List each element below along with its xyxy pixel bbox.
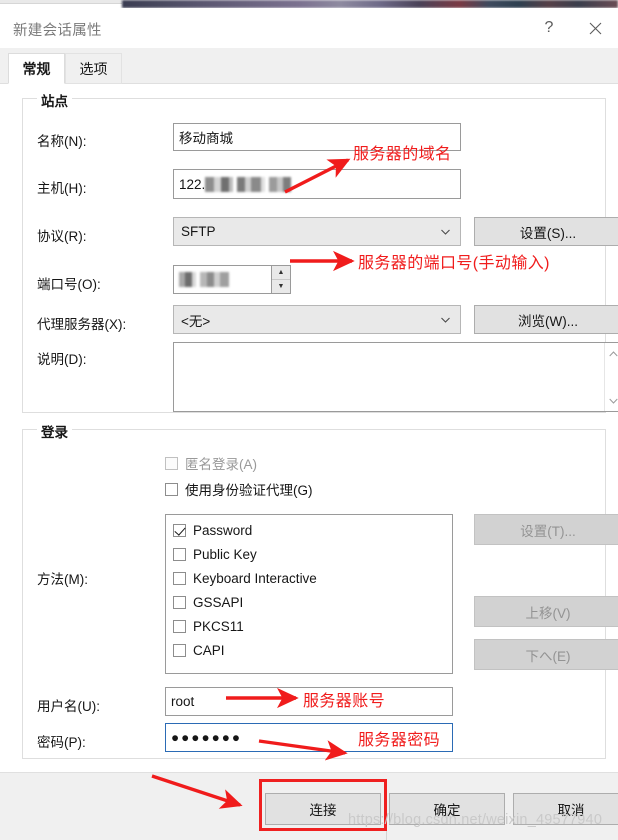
question-mark-icon: ? [544,19,554,36]
protocol-select-value: SFTP [181,224,216,239]
method-capi-label: CAPI [193,643,225,658]
site-group-title: 站点 [37,90,72,110]
auth-settings-button[interactable]: 设置(T)... [474,514,618,545]
method-gssapi-label: GSSAPI [193,595,244,610]
anonymous-login-checkbox[interactable] [165,456,178,470]
name-input-value: 移动商城 [179,131,233,146]
proxy-label: 代理服务器(X): [37,317,127,332]
new-session-properties-dialog: 新建会话属性 ? 常规 选项 站点 名称(N): 移动商城 主机(H): 122… [0,0,618,840]
tab-options[interactable]: 选项 [65,53,122,84]
move-up-button[interactable]: 上移(V) [474,596,618,627]
desktop-wallpaper-strip [122,0,618,8]
host-redaction-mosaic [205,176,292,192]
scroll-down-icon[interactable] [605,392,618,409]
auth-methods-listbox[interactable]: Password Public Key Keyboard Interactive… [165,514,453,674]
protocol-select[interactable]: SFTP [173,217,461,246]
annotation-username-text: 服务器账号 [303,693,386,710]
login-group-title: 登录 [37,421,72,441]
method-password-checkbox[interactable] [173,524,186,537]
port-input[interactable] [174,266,271,293]
port-spin-down-icon[interactable]: ▼ [272,280,290,293]
window-title: 新建会话属性 [13,23,102,39]
password-label: 密码(P): [37,735,86,750]
host-label: 主机(H): [37,181,87,196]
port-label: 端口号(O): [37,277,101,292]
method-pkcs11-checkbox[interactable] [173,620,186,633]
description-textarea[interactable] [173,342,618,412]
method-keyboard-interactive-label: Keyboard Interactive [193,571,317,586]
dialog-body: 站点 名称(N): 移动商城 主机(H): 122. 协议(R): SFTP 设… [0,84,618,772]
description-scrollbar[interactable] [604,343,618,411]
name-label: 名称(N): [37,134,87,149]
proxy-select[interactable]: <无> [173,305,461,334]
watermark-text: https://blog.csdn.net/weixin_49577940 [348,812,603,828]
help-button[interactable]: ? [526,8,572,48]
annotation-password-text: 服务器密码 [358,732,441,749]
method-item-public-key[interactable]: Public Key [173,547,257,562]
method-public-key-checkbox[interactable] [173,548,186,561]
method-item-password[interactable]: Password [173,523,252,538]
proxy-browse-button[interactable]: 浏览(W)... [474,305,618,334]
auth-agent-checkbox-row[interactable]: 使用身份验证代理(G) [165,479,313,499]
anonymous-login-label: 匿名登录(A) [185,457,257,472]
method-label: 方法(M): [37,572,88,587]
port-stepper[interactable]: ▲ ▼ [173,265,291,294]
close-icon [589,22,601,34]
method-item-capi[interactable]: CAPI [173,643,225,658]
port-redaction-mosaic [179,272,229,287]
username-label: 用户名(U): [37,699,100,714]
method-pkcs11-label: PKCS11 [193,619,244,634]
method-item-keyboard-interactive[interactable]: Keyboard Interactive [173,571,317,586]
close-button[interactable] [572,8,618,48]
anonymous-login-checkbox-row[interactable]: 匿名登录(A) [165,453,257,473]
method-password-label: Password [193,523,253,538]
port-spin-buttons[interactable]: ▲ ▼ [271,266,290,293]
host-input-value: 122. [179,176,206,192]
chevron-down-icon [441,317,450,323]
annotation-domain-text: 服务器的域名 [353,146,452,163]
protocol-settings-button[interactable]: 设置(S)... [474,217,618,246]
scroll-up-icon[interactable] [605,345,618,362]
method-capi-checkbox[interactable] [173,644,186,657]
tab-general[interactable]: 常规 [8,53,65,84]
desktop-strip-left [0,0,122,4]
proxy-select-value: <无> [181,313,211,329]
method-gssapi-checkbox[interactable] [173,596,186,609]
chevron-down-icon [441,229,450,235]
auth-agent-label: 使用身份验证代理(G) [185,483,313,498]
auth-agent-checkbox[interactable] [165,482,178,496]
description-textarea-value[interactable] [174,343,604,411]
annotation-port-text: 服务器的端口号(手动输入) [358,255,550,272]
method-item-gssapi[interactable]: GSSAPI [173,595,243,610]
tab-strip: 常规 选项 [0,48,618,84]
method-public-key-label: Public Key [193,547,257,562]
username-input-value: root [171,694,195,709]
port-spin-up-icon[interactable]: ▲ [272,266,290,280]
protocol-label: 协议(R): [37,229,87,244]
description-label: 说明(D): [37,352,87,367]
title-bar: 新建会话属性 ? [0,8,618,48]
password-input-value: ●●●●●●● [171,730,243,745]
host-input[interactable]: 122. [173,169,461,199]
move-down-button[interactable]: 下へ(E) [474,639,618,670]
method-keyboard-interactive-checkbox[interactable] [173,572,186,585]
method-item-pkcs11[interactable]: PKCS11 [173,619,244,634]
